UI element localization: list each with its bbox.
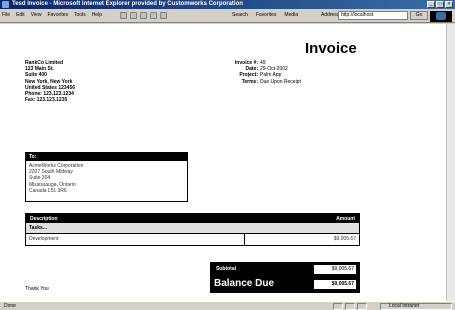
status-bar: Done Local intranet xyxy=(0,301,455,310)
menu-bar: File Edit View Favorites Tools Help xyxy=(2,12,102,18)
vertical-scrollbar[interactable] xyxy=(446,24,455,301)
subtotal-value: $9,005.67 xyxy=(314,265,356,274)
go-button[interactable]: Go xyxy=(410,11,428,20)
menu-edit[interactable]: Edit xyxy=(16,12,25,18)
company-line: Fax: 123.123.1235 xyxy=(25,97,68,104)
status-text: Done xyxy=(4,303,16,309)
home-icon[interactable] xyxy=(160,12,167,19)
menu-help[interactable]: Help xyxy=(92,12,102,18)
ie-icon xyxy=(2,1,9,8)
forward-icon[interactable] xyxy=(130,12,137,19)
window-title: Tesd Invoice - Microsoft Internet Explor… xyxy=(12,1,243,7)
favorites-button[interactable]: Favorites xyxy=(256,12,277,18)
subtotal-label: Subtotal xyxy=(216,266,236,272)
amount-header: Amount xyxy=(336,215,355,222)
page-content: Invoice RankCo Limited 123 Main St. Suit… xyxy=(0,24,455,301)
table-header: Description Amount xyxy=(26,214,359,223)
stop-icon[interactable] xyxy=(140,12,147,19)
line-items-table: Description Amount Tasks... Development … xyxy=(25,213,360,246)
thank-you-note: Thank You xyxy=(25,286,49,292)
browser-window: Tesd Invoice - Microsoft Internet Explor… xyxy=(0,0,455,310)
line-description: Development xyxy=(26,234,245,245)
bill-to-box: To: AcmeWorks Corporation 2207 South Mid… xyxy=(25,152,188,202)
status-pane xyxy=(333,303,343,310)
balance-due-label: Balance Due xyxy=(214,278,275,289)
windows-logo-icon xyxy=(430,11,452,22)
menu-view[interactable]: View xyxy=(31,12,42,18)
title-bar: Tesd Invoice - Microsoft Internet Explor… xyxy=(0,0,455,9)
minimize-button[interactable]: _ xyxy=(427,1,435,8)
toolbar: File Edit View Favorites Tools Help Sear… xyxy=(0,9,455,23)
bill-to-line: Canada L5L 3R6 xyxy=(29,187,67,194)
invoice-title: Invoice xyxy=(305,40,357,57)
address-label: Address xyxy=(321,12,340,18)
balance-due-value: $9,005.67 xyxy=(314,280,356,289)
menu-favorites[interactable]: Favorites xyxy=(47,12,68,18)
meta-key: Terms: xyxy=(241,78,258,85)
meta-value: Due Upon Receipt xyxy=(260,78,301,85)
invoice-meta: Invoice #: 49 Date: 29-Oct-2002 Project: Pa… xyxy=(220,60,301,85)
menu-tools[interactable]: Tools xyxy=(74,12,86,18)
back-icon[interactable] xyxy=(120,12,127,19)
status-pane xyxy=(345,303,355,310)
table-row: Development $9,005.67 xyxy=(26,234,359,245)
line-amount: $9,005.67 xyxy=(333,236,356,242)
security-zone: Local intranet xyxy=(380,303,452,310)
address-input[interactable]: http://localhost xyxy=(338,11,408,20)
close-button[interactable]: × xyxy=(445,1,453,8)
company-address: RankCo Limited 123 Main St. Suite 400 Ne… xyxy=(25,60,75,103)
maximize-button[interactable]: □ xyxy=(436,1,444,8)
bill-to-label: To: xyxy=(26,153,187,161)
totals-box: Subtotal $9,005.67 Balance Due $9,005.67 xyxy=(210,262,360,293)
search-button[interactable]: Search xyxy=(232,12,248,18)
section-row: Tasks... xyxy=(26,223,359,234)
status-pane xyxy=(357,303,367,310)
media-button[interactable]: Media xyxy=(284,12,298,18)
company-line: New York, New York xyxy=(25,78,73,85)
refresh-icon[interactable] xyxy=(150,12,157,19)
description-header: Description xyxy=(30,215,58,222)
menu-file[interactable]: File xyxy=(2,12,10,18)
